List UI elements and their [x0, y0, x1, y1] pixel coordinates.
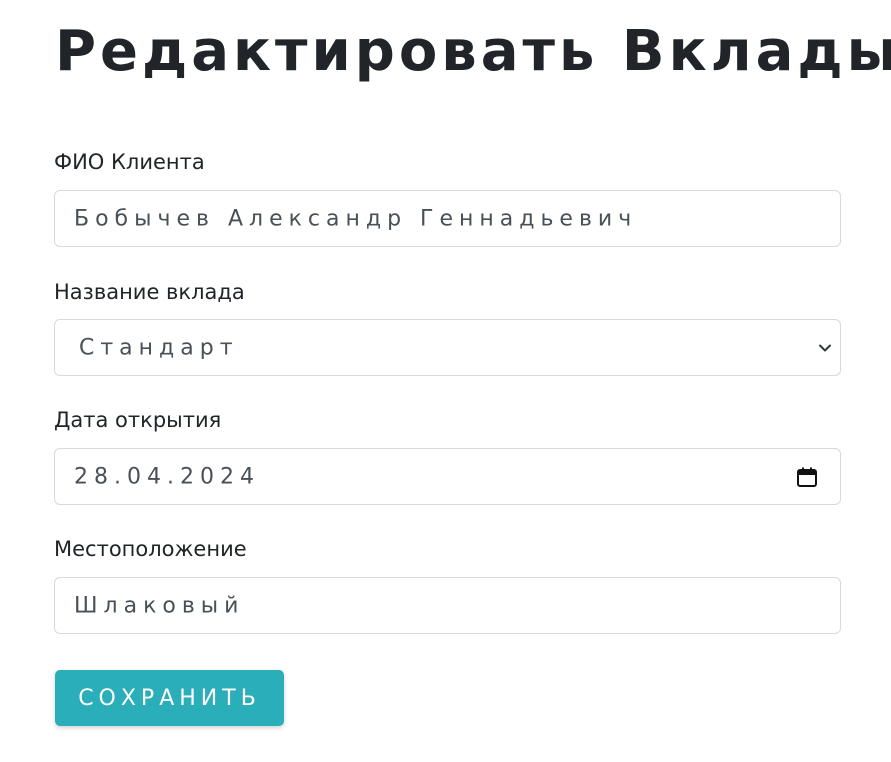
- save-button-label: СОХРАНИТЬ: [78, 685, 261, 711]
- client-name-label: ФИО Клиента: [54, 150, 205, 174]
- location-value: Шлаковый: [74, 593, 245, 618]
- calendar-icon[interactable]: [796, 466, 818, 488]
- deposit-name-label: Название вклада: [54, 280, 245, 304]
- deposit-name-select[interactable]: Стандарт: [54, 319, 841, 376]
- client-name-input[interactable]: Бобычев Александр Геннадьевич: [54, 190, 841, 247]
- open-date-input[interactable]: 28.04.2024: [54, 448, 841, 505]
- client-name-value: Бобычев Александр Геннадьевич: [74, 206, 638, 231]
- chevron-down-icon: [819, 344, 831, 351]
- location-label: Местоположение: [54, 537, 247, 561]
- open-date-label: Дата открытия: [54, 408, 222, 432]
- open-date-value: 28.04.2024: [74, 464, 260, 489]
- page-title: Редактировать Вклады: [55, 19, 891, 84]
- location-input[interactable]: Шлаковый: [54, 577, 841, 634]
- save-button[interactable]: СОХРАНИТЬ: [55, 670, 284, 726]
- edit-deposit-page: Редактировать Вклады ФИО Клиента Бобычев…: [0, 0, 891, 762]
- deposit-name-selected: Стандарт: [79, 335, 239, 360]
